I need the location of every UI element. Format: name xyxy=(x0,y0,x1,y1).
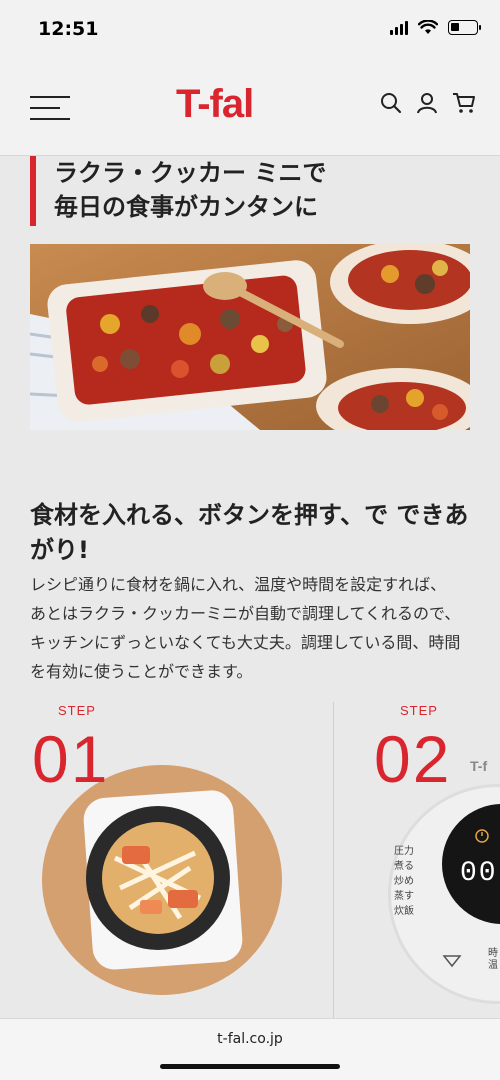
timer-icon xyxy=(475,829,489,843)
device-display: 00 xyxy=(460,858,498,889)
url-text[interactable]: t-fal.co.jp xyxy=(0,1031,500,1047)
heading-line-2: 毎日の食事がカンタンに xyxy=(54,193,318,221)
browser-url-bar[interactable]: t-fal.co.jp xyxy=(0,1018,500,1080)
wifi-icon xyxy=(418,20,438,34)
device-time-label: 時 温 xyxy=(488,948,498,971)
step-divider xyxy=(333,702,334,1018)
heading-line-1: ラクラ・クッカー ミニで xyxy=(54,159,327,187)
step-1-number: 01 xyxy=(32,722,110,796)
step-2-image: T-f 00 圧力 煮る 炒め 蒸す 炊飯 時 温 xyxy=(384,758,500,1018)
status-time: 12:51 xyxy=(38,18,99,40)
menu-icon[interactable] xyxy=(30,96,70,120)
step-2-number: 02 xyxy=(374,722,452,796)
home-indicator[interactable] xyxy=(160,1064,340,1069)
device-logo: T-f xyxy=(470,758,488,774)
cart-icon[interactable] xyxy=(452,92,476,114)
section-heading: ラクラ・クッカー ミニで 毎日の食事がカンタンに xyxy=(30,156,470,226)
search-icon[interactable] xyxy=(380,92,402,114)
status-icons xyxy=(390,20,481,35)
status-bar: 12:51 xyxy=(0,0,500,58)
down-arrow-icon xyxy=(442,955,462,968)
feature-description: レシピ通りに食材を鍋に入れ、温度や時間を設定すれば、 あとはラクラ・クッカーミニ… xyxy=(30,575,461,681)
site-header: T-fal xyxy=(0,58,500,156)
signal-icon xyxy=(390,20,408,35)
feature-subtitle: 食材を入れる、ボタンを押す、で できあ がり! xyxy=(30,501,469,564)
account-icon[interactable] xyxy=(416,92,438,114)
tfal-logo[interactable]: T-fal xyxy=(176,82,254,127)
step-1-label: STEP xyxy=(58,703,96,718)
ratatouille-photo xyxy=(30,244,470,430)
device-menu: 圧力 煮る 炒め 蒸す 炊飯 xyxy=(394,846,414,917)
battery-icon xyxy=(448,20,481,35)
step-2-label: STEP xyxy=(400,703,438,718)
